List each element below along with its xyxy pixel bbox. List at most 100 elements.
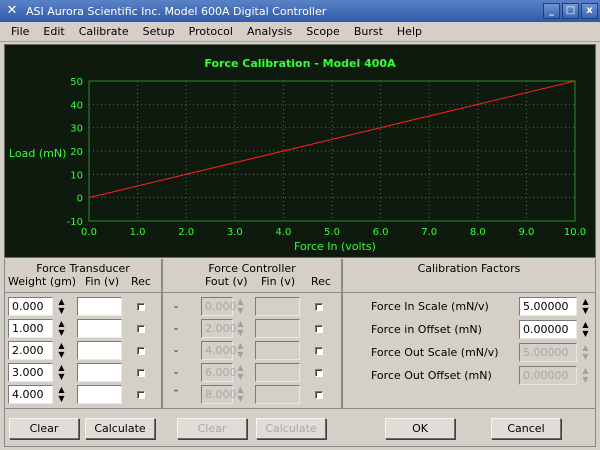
weight-input[interactable]: 0.000	[8, 297, 53, 316]
fout-input[interactable]: 8.000	[201, 385, 237, 404]
rec-checkbox[interactable]	[137, 325, 145, 333]
spin-up-icon: ▲	[237, 363, 244, 372]
spin-arrows[interactable]: ▲ ▼	[235, 341, 246, 360]
plot-area: 0.0 1.0 2.0 3.0 4.0 5.0 6.0 7.0 8.0 9.0 10.0 -10 0 10…	[67, 77, 586, 238]
spin-arrows[interactable]: ▲ ▼	[56, 297, 67, 316]
rec-checkbox[interactable]	[137, 391, 145, 399]
rec-header: Rec	[311, 275, 331, 288]
menu-edit[interactable]: Edit	[36, 25, 71, 38]
menu-burst[interactable]: Burst	[347, 25, 390, 38]
rec-checkbox[interactable]	[315, 369, 323, 377]
transducer-clear-button[interactable]: Clear	[9, 418, 79, 439]
spin-arrows[interactable]: ▲ ▼	[235, 319, 246, 338]
menu-setup[interactable]: Setup	[136, 25, 182, 38]
spin-down-icon: ▼	[237, 328, 244, 337]
menu-calibrate[interactable]: Calibrate	[72, 25, 136, 38]
menu-help[interactable]: Help	[390, 25, 429, 38]
calibration-chart: Force Calibration - Model 400A Load (mN)…	[4, 44, 596, 258]
menu-analysis[interactable]: Analysis	[240, 25, 299, 38]
menu-bar: File Edit Calibrate Setup Protocol Analy…	[0, 22, 600, 42]
rec-checkbox[interactable]	[315, 391, 323, 399]
fin-input[interactable]	[255, 385, 300, 404]
fin-input[interactable]	[77, 319, 122, 338]
calibration-factor-input[interactable]: 0.00000	[519, 320, 577, 339]
x-tick-label: 4.0	[275, 227, 291, 238]
fin-input[interactable]	[77, 341, 122, 360]
button-bar: Clear Calculate Clear Calculate OK Cance…	[4, 409, 596, 447]
fin-input[interactable]	[77, 297, 122, 316]
app-icon[interactable]: ✕	[4, 3, 20, 19]
spin-arrows[interactable]: ▲ ▼	[580, 297, 591, 316]
spin-arrows[interactable]: ▲ ▼	[235, 385, 246, 404]
spin-arrows[interactable]: ▲ ▼	[235, 363, 246, 382]
cancel-button[interactable]: Cancel	[491, 418, 561, 439]
rec-header: Rec	[131, 275, 151, 288]
spin-arrows[interactable]: ▲ ▼	[580, 320, 591, 339]
transducer-calculate-button[interactable]: Calculate	[85, 418, 155, 439]
spin-up-icon: ▲	[58, 319, 65, 328]
ok-button[interactable]: OK	[385, 418, 455, 439]
calibration-factors-title: Calibration Factors	[417, 262, 521, 275]
weight-input[interactable]: 1.000	[8, 319, 53, 338]
controller-clear-button[interactable]: Clear	[177, 418, 247, 439]
spin-arrows[interactable]: ▲ ▼	[56, 319, 67, 338]
y-tick-label: 40	[70, 100, 83, 111]
fout-input[interactable]: 0.000	[201, 297, 237, 316]
chevron-down-icon[interactable]: ⌄	[170, 300, 182, 312]
spin-arrows[interactable]: ▲ ▼	[56, 385, 67, 404]
chevron-down-icon[interactable]: ⌄	[170, 366, 182, 378]
rec-checkbox[interactable]	[137, 369, 145, 377]
spin-down-icon: ▼	[237, 394, 244, 403]
divider	[5, 292, 161, 293]
menu-file[interactable]: File	[4, 25, 36, 38]
spin-arrows[interactable]: ▲ ▼	[235, 297, 246, 316]
spin-up-icon: ▲	[582, 297, 589, 306]
fout-input[interactable]: 2.000	[201, 319, 237, 338]
x-tick-label: 10.0	[564, 227, 586, 238]
fout-input[interactable]: 4.000	[201, 341, 237, 360]
maximize-button[interactable]: □	[562, 3, 579, 19]
spin-arrows[interactable]: ▲ ▼	[580, 343, 591, 362]
rec-checkbox[interactable]	[137, 347, 145, 355]
rec-checkbox[interactable]	[315, 347, 323, 355]
controller-calculate-button[interactable]: Calculate	[256, 418, 326, 439]
spin-down-icon: ▼	[237, 372, 244, 381]
chevron-down-icon[interactable]: ⌄	[170, 322, 182, 334]
menu-protocol[interactable]: Protocol	[182, 25, 240, 38]
spin-down-icon: ▼	[237, 306, 244, 315]
menu-scope[interactable]: Scope	[299, 25, 347, 38]
spin-down-icon: ▼	[58, 306, 65, 315]
fin-input[interactable]	[77, 363, 122, 382]
close-button[interactable]: x	[581, 3, 598, 19]
spin-arrows[interactable]: ▲ ▼	[56, 341, 67, 360]
weight-input[interactable]: 3.000	[8, 363, 53, 382]
spin-down-icon: ▼	[237, 350, 244, 359]
rec-checkbox[interactable]	[315, 325, 323, 333]
chevron-up-icon[interactable]: ⌃	[170, 388, 182, 400]
fin-input[interactable]	[255, 341, 300, 360]
fin-input[interactable]	[255, 297, 300, 316]
rec-checkbox[interactable]	[137, 303, 145, 311]
calibration-factor-input[interactable]: 0.00000	[519, 366, 577, 385]
weight-input[interactable]: 2.000	[8, 341, 53, 360]
force-controller-title: Force Controller	[208, 262, 296, 275]
divider	[343, 292, 595, 293]
window-controls: _ □ x	[543, 3, 598, 19]
calibration-factor-label: Force Out Scale (mN/v)	[371, 346, 499, 359]
spin-arrows[interactable]: ▲ ▼	[580, 366, 591, 385]
y-tick-label: -10	[67, 217, 83, 228]
rec-checkbox[interactable]	[315, 303, 323, 311]
fin-input[interactable]	[77, 385, 122, 404]
chevron-down-icon[interactable]: ⌄	[170, 344, 182, 356]
minimize-button[interactable]: _	[543, 3, 560, 19]
fout-input[interactable]: 6.000	[201, 363, 237, 382]
weight-input[interactable]: 4.000	[8, 385, 53, 404]
calibration-factor-input[interactable]: 5.00000	[519, 343, 577, 362]
spin-down-icon: ▼	[58, 350, 65, 359]
y-tick-label: 30	[70, 124, 83, 135]
spin-up-icon: ▲	[237, 341, 244, 350]
fin-input[interactable]	[255, 363, 300, 382]
fin-input[interactable]	[255, 319, 300, 338]
calibration-factor-input[interactable]: 5.00000	[519, 297, 577, 316]
spin-arrows[interactable]: ▲ ▼	[56, 363, 67, 382]
